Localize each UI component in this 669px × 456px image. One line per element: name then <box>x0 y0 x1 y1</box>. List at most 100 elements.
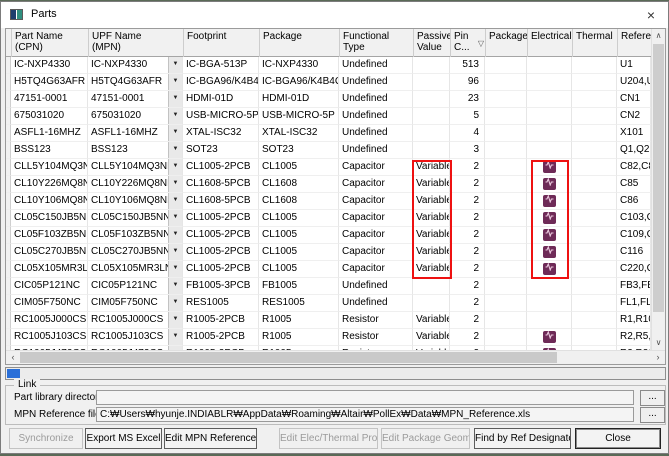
column-header-pin_count[interactable]: Pin C...▽ <box>451 29 486 57</box>
cell-upf-name[interactable]: CIM05F750NC▼ <box>88 295 183 312</box>
chevron-down-icon[interactable]: ▼ <box>168 329 182 345</box>
scroll-right-icon[interactable]: › <box>651 351 665 364</box>
table-row[interactable]: CL05C150JB5NNNDCL05C150JB5NNND▼CL1005-2P… <box>6 210 651 227</box>
close-button[interactable]: Close <box>575 428 661 449</box>
part-library-browse-button[interactable]: ... <box>640 390 665 406</box>
electrical-property-icon[interactable] <box>543 331 556 343</box>
table-row[interactable]: IC-NXP4330IC-NXP4330▼IC-BGA-513PIC-NXP43… <box>6 57 651 74</box>
electrical-property-icon[interactable] <box>543 246 556 258</box>
chevron-down-icon[interactable]: ▼ <box>168 108 182 124</box>
synchronize-button[interactable]: Synchronize <box>9 428 83 449</box>
cell-functional-type: Undefined <box>339 278 413 295</box>
cell-pin-count: 5 <box>450 108 485 125</box>
edit-package-geom-button[interactable]: Edit Package Geom <box>381 428 470 449</box>
column-header-functional_type[interactable]: Functional Type <box>340 29 414 57</box>
cell-upf-name[interactable]: BSS123▼ <box>88 142 183 159</box>
cell-footprint: FB1005-3PCB <box>183 278 259 295</box>
chevron-down-icon[interactable]: ▼ <box>168 210 182 226</box>
table-row[interactable]: H5TQ4G63AFRH5TQ4G63AFR▼IC-BGA96/K4B4G1IC… <box>6 74 651 91</box>
cell-electrical <box>527 74 572 91</box>
scroll-left-icon[interactable]: ‹ <box>6 351 20 364</box>
table-row[interactable]: CL05X105MR3LNNHCL05X105MR3LNNH▼CL1005-2P… <box>6 261 651 278</box>
cell-upf-name[interactable]: CL05C270JB5NNWC▼ <box>88 244 183 261</box>
table-row[interactable]: ASFL1-16MHZASFL1-16MHZ▼XTAL-ISC32XTAL-IS… <box>6 125 651 142</box>
cell-upf-name[interactable]: IC-NXP4330▼ <box>88 57 183 74</box>
table-row[interactable]: CLL5Y104MQ3NLNCCLL5Y104MQ3NLNC▼CL1005-2P… <box>6 159 651 176</box>
cell-upf-name[interactable]: CL10Y226MQ8NRNC▼ <box>88 176 183 193</box>
cell-upf-name[interactable]: CL05X105MR3LNNH▼ <box>88 261 183 278</box>
cell-passive-value <box>413 74 450 91</box>
find-by-ref-designator-button[interactable]: Find by Ref Designator <box>474 428 571 449</box>
scroll-down-icon[interactable]: ∨ <box>652 336 665 350</box>
table-row[interactable]: BSS123BSS123▼SOT23SOT23Undefined3Q1,Q2 <box>6 142 651 159</box>
cell-upf-name[interactable]: 47151-0001▼ <box>88 91 183 108</box>
chevron-down-icon[interactable]: ▼ <box>168 261 182 277</box>
cell-package-geom <box>485 244 527 261</box>
cell-functional-type: Undefined <box>339 74 413 91</box>
mpn-reference-file-field[interactable]: C:₩Users₩hyunje.INDIABLR₩AppData₩Roaming… <box>96 407 634 422</box>
chevron-down-icon[interactable]: ▼ <box>168 74 182 90</box>
chevron-down-icon[interactable]: ▼ <box>168 193 182 209</box>
cell-upf-name[interactable]: CIC05P121NC▼ <box>88 278 183 295</box>
cell-upf-name[interactable]: RC1005J103CS▼ <box>88 329 183 346</box>
scroll-up-icon[interactable]: ∧ <box>652 29 665 43</box>
electrical-property-icon[interactable] <box>543 178 556 190</box>
table-row[interactable]: CL10Y226MQ8NRNCCL10Y226MQ8NRNC▼CL1608-5P… <box>6 176 651 193</box>
column-header-reference[interactable]: Refere <box>618 29 652 57</box>
cell-upf-name[interactable]: RC1005J000CS▼ <box>88 312 183 329</box>
chevron-down-icon[interactable]: ▼ <box>168 295 182 311</box>
part-library-directory-field[interactable] <box>96 390 634 405</box>
chevron-down-icon[interactable]: ▼ <box>168 159 182 175</box>
mpn-reference-browse-button[interactable]: ... <box>640 407 665 423</box>
chevron-down-icon[interactable]: ▼ <box>168 142 182 158</box>
table-row[interactable]: CIM05F750NCCIM05F750NC▼RES1005RES1005Und… <box>6 295 651 312</box>
chevron-down-icon[interactable]: ▼ <box>168 312 182 328</box>
chevron-down-icon[interactable]: ▼ <box>168 244 182 260</box>
electrical-property-icon[interactable] <box>543 263 556 275</box>
electrical-property-icon[interactable] <box>543 212 556 224</box>
cell-upf-name[interactable]: CLL5Y104MQ3NLNC▼ <box>88 159 183 176</box>
column-header-mpn[interactable]: UPF Name (MPN) <box>89 29 184 57</box>
cell-thermal <box>572 176 617 193</box>
column-header-footprint[interactable]: Footprint <box>184 29 260 57</box>
cell-upf-name[interactable]: 675031020▼ <box>88 108 183 125</box>
cell-upf-name[interactable]: CL10Y106MQ8NRNC▼ <box>88 193 183 210</box>
column-header-package[interactable]: Package <box>260 29 340 57</box>
edit-elec-thermal-prop-button[interactable]: Edit Elec/Thermal Prop <box>279 428 378 449</box>
column-header-passive_value[interactable]: Passive Value <box>414 29 451 57</box>
table-row[interactable]: CIC05P121NCCIC05P121NC▼FB1005-3PCBFB1005… <box>6 278 651 295</box>
chevron-down-icon[interactable]: ▼ <box>168 125 182 141</box>
electrical-property-icon[interactable] <box>543 195 556 207</box>
chevron-down-icon[interactable]: ▼ <box>168 57 182 73</box>
edit-mpn-reference-button[interactable]: Edit MPN Reference <box>164 428 257 449</box>
table-row[interactable]: 675031020675031020▼USB-MICRO-5PUSB-MICRO… <box>6 108 651 125</box>
vertical-scrollbar-thumb[interactable] <box>653 44 664 312</box>
electrical-property-icon[interactable] <box>543 161 556 173</box>
table-row[interactable]: CL05C270JB5NNWCCL05C270JB5NNWC▼CL1005-2P… <box>6 244 651 261</box>
cell-upf-name[interactable]: CL05F103ZB5NNNC▼ <box>88 227 183 244</box>
upf-name-text: ASFL1-16MHZ <box>91 127 158 138</box>
cell-footprint: IC-BGA96/K4B4G1 <box>183 74 259 91</box>
chevron-down-icon[interactable]: ▼ <box>168 176 182 192</box>
cell-upf-name[interactable]: CL05C150JB5NNND▼ <box>88 210 183 227</box>
close-icon[interactable]: × <box>634 2 668 28</box>
cell-reference: FB3,FB <box>617 278 651 295</box>
table-row[interactable]: CL05F103ZB5NNNCCL05F103ZB5NNNC▼CL1005-2P… <box>6 227 651 244</box>
column-header-electrical[interactable]: Electrical <box>528 29 573 57</box>
chevron-down-icon[interactable]: ▼ <box>168 227 182 243</box>
table-row[interactable]: 47151-000147151-0001▼HDMI-01DHDMI-01DUnd… <box>6 91 651 108</box>
table-row[interactable]: CL10Y106MQ8NRNCCL10Y106MQ8NRNC▼CL1608-5P… <box>6 193 651 210</box>
column-header-cpn[interactable]: Part Name (CPN) <box>12 29 89 57</box>
cell-upf-name[interactable]: ASFL1-16MHZ ▼ <box>88 125 183 142</box>
chevron-down-icon[interactable]: ▼ <box>168 91 182 107</box>
column-header-package2[interactable]: Package <box>486 29 528 57</box>
column-header-thermal[interactable]: Thermal <box>573 29 618 57</box>
electrical-property-icon[interactable] <box>543 229 556 241</box>
cell-thermal <box>572 329 617 346</box>
cell-upf-name[interactable]: H5TQ4G63AFR▼ <box>88 74 183 91</box>
export-ms-excel-button[interactable]: Export MS Excel <box>85 428 162 449</box>
chevron-down-icon[interactable]: ▼ <box>168 278 182 294</box>
table-row[interactable]: RC1005J103CSRC1005J103CS▼R1005-2PCBR1005… <box>6 329 651 346</box>
table-row[interactable]: RC1005J000CSRC1005J000CS▼R1005-2PCBR1005… <box>6 312 651 329</box>
horizontal-scrollbar-thumb[interactable] <box>20 352 557 363</box>
